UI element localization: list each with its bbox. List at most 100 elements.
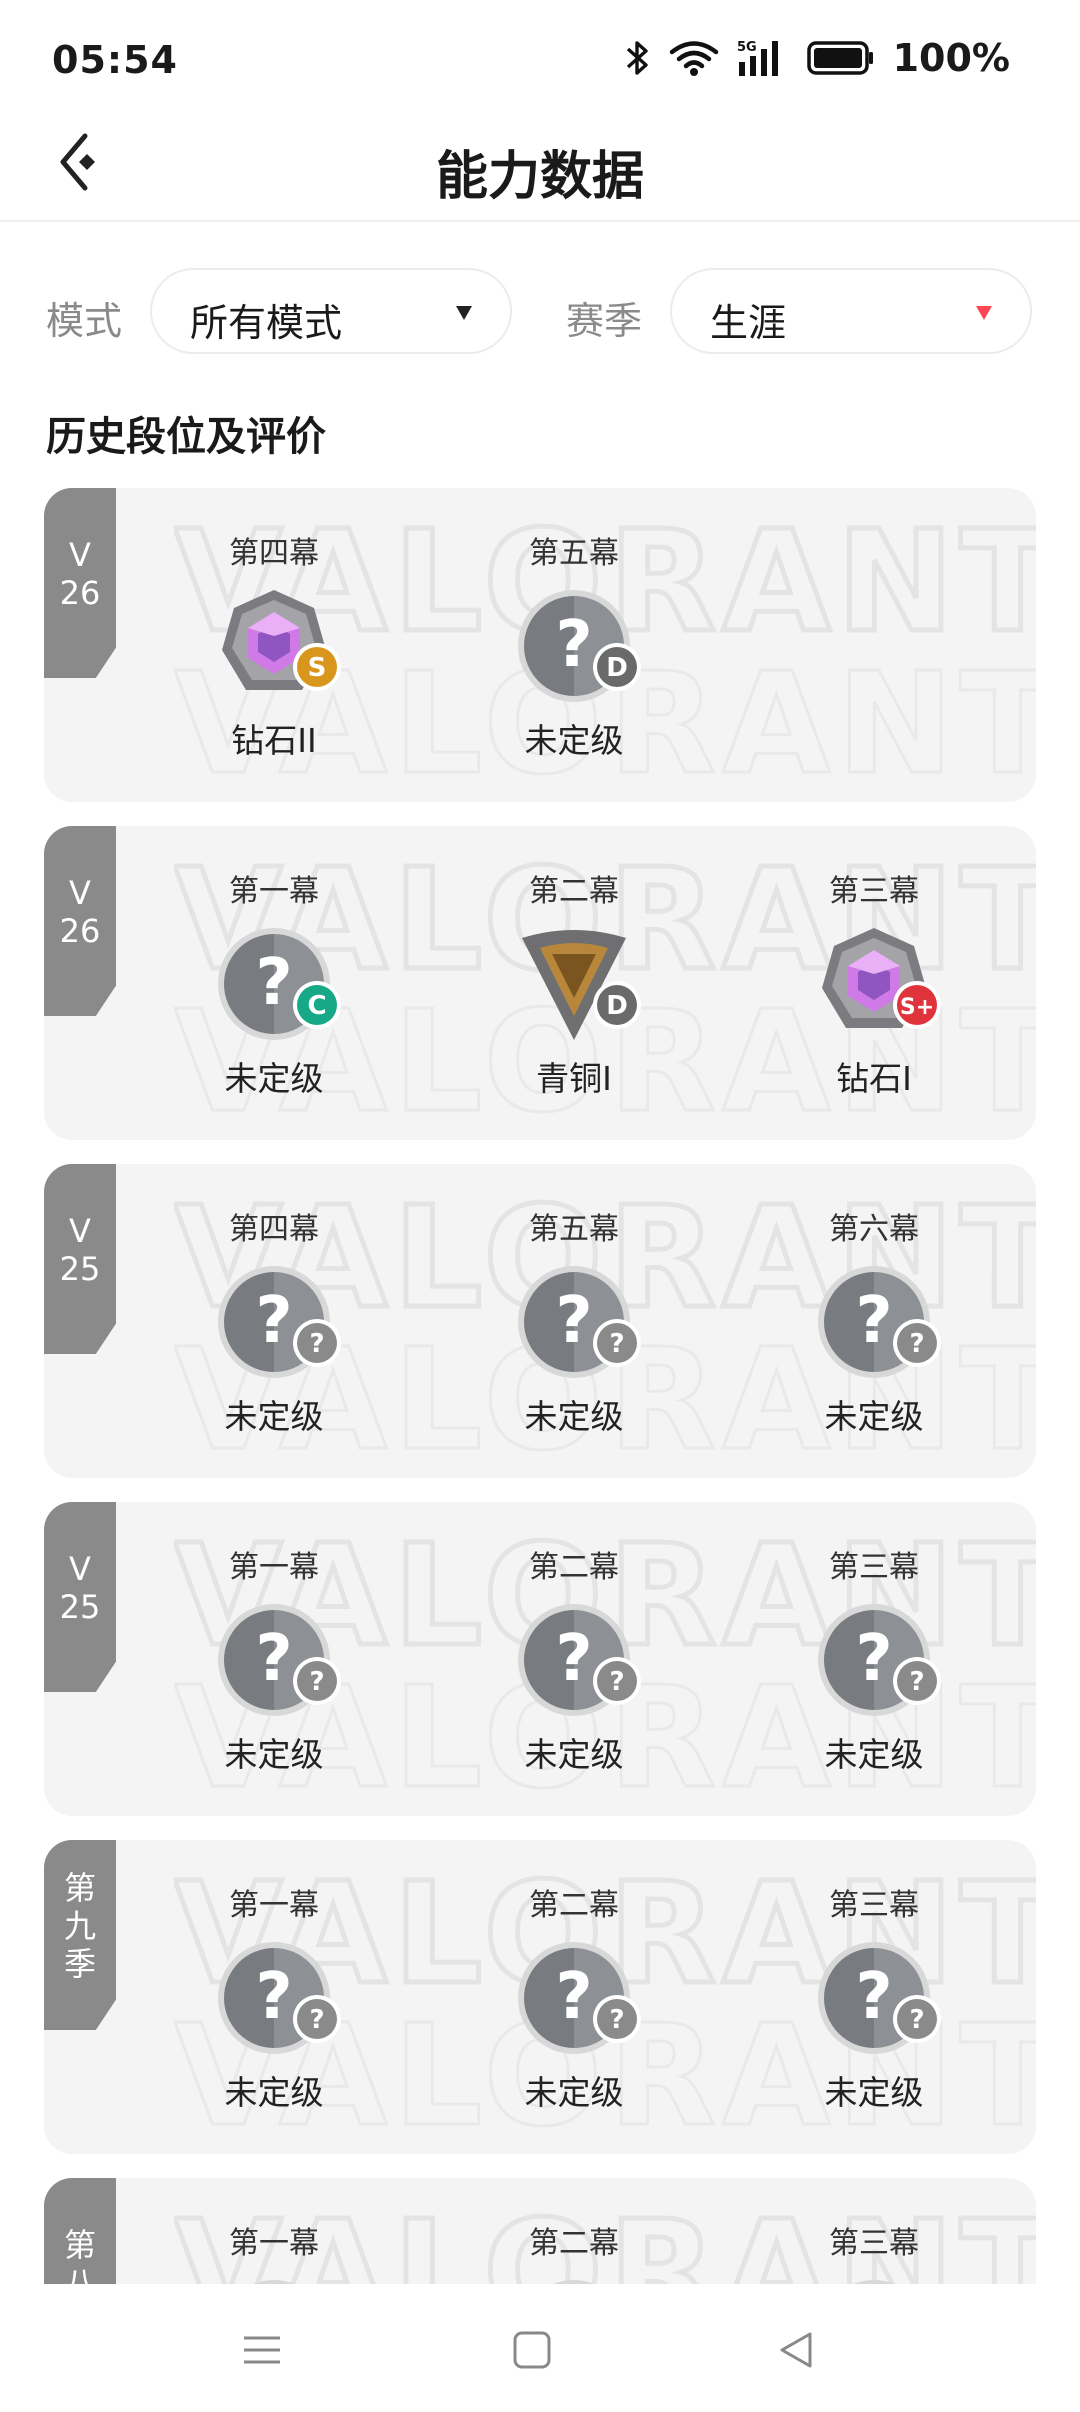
status-bar: 05:54 5G 100% [0,0,1080,120]
season-tag-text: 第 [63,1869,96,1907]
chevron-down-icon [456,306,472,320]
rank-name: 未定级 [524,721,624,760]
back-triangle-icon [780,2332,812,2368]
season-tag-text: 季 [63,1945,96,1983]
rank-name: 未定级 [524,1397,624,1436]
rank-name: 青铜I [536,1059,612,1098]
unrated-rank-icon: ? ? [214,1600,341,1720]
act-item[interactable]: 第二幕 ? ? [464,2218,684,2284]
act-item[interactable]: 第六幕 ? ? 未定级 [764,1204,984,1454]
act-name: 第一幕 [229,1550,319,1585]
act-name: 第二幕 [529,1888,619,1923]
rank-name: 未定级 [224,1735,324,1774]
act-item[interactable]: 第四幕 ? ? 未定级 [164,1204,384,1454]
season-card: VALORANT VALORANT V 25 第一幕 ? ? 未定级 第二幕 ? ? 未定… [44,1502,1036,1816]
act-item[interactable]: 第二幕 ? ? 未定级 [464,1880,684,2130]
rank-name: 未定级 [524,1735,624,1774]
grade-badge-icon: ? [593,1995,641,2043]
rank-name: 未定级 [224,1397,324,1436]
menu-button[interactable] [232,2320,292,2380]
act-item[interactable]: 第一幕 ? ? [164,2218,384,2284]
grade-label: ? [909,1667,924,1697]
season-tag-text: V [69,874,91,912]
grade-badge-icon: ? [893,1995,941,2043]
act-item[interactable]: 第一幕 ? ? 未定级 [164,1542,384,1792]
season-tag: V 26 [44,826,116,1016]
season-card: VALORANT VALORANT V 25 第四幕 ? ? 未定级 第五幕 ? ? 未定… [44,1164,1036,1478]
rank-history-list[interactable]: VALORANT VALORANT V 26 第四幕 S 钻石II 第五幕 ? D 未定级… [44,488,1036,2284]
battery-icon [806,41,873,75]
unrated-rank-icon: ? ? [214,1938,341,2058]
act-item[interactable]: 第一幕 ? C 未定级 [164,866,384,1116]
season-tag-text: 第 [63,2226,96,2264]
grade-badge-icon: ? [593,1657,641,1705]
mode-select[interactable]: 所有模式 [150,268,512,354]
rank-name: 钻石II [231,721,317,760]
unrated-rank-icon: ? ? [514,1938,641,2058]
act-name: 第四幕 [229,1212,319,1247]
season-card: VALORANT VALORANT 第八第一幕 ? ?第二幕 ? ?第三幕 ? … [44,2178,1036,2284]
battery-percent: 100% [892,36,1010,80]
status-time: 05:54 [52,38,178,82]
act-item[interactable]: 第二幕 ? ? 未定级 [464,1542,684,1792]
unrated-rank-icon: ? ? [814,2276,934,2284]
home-button[interactable] [502,2320,562,2380]
svg-text:?: ? [855,1960,892,2034]
season-select[interactable]: 生涯 [670,268,1032,354]
svg-text:?: ? [555,1284,592,1358]
grade-label: ? [609,1329,624,1359]
unrated-rank-icon: ? ? [514,2276,634,2284]
season-tag-text: 25 [59,1588,101,1626]
svg-text:?: ? [555,1960,592,2034]
grade-label: ? [309,1667,324,1697]
mode-label: 模式 [46,299,123,343]
unrated-rank-icon: ? ? [214,1262,341,1382]
unrated-rank-icon: ? ? [214,2276,334,2284]
rank-name: 未定级 [224,1059,324,1098]
act-item[interactable]: 第二幕 D 青铜I [464,866,684,1116]
grade-label: ? [309,2005,324,2035]
unrated-rank-icon: ? ? [814,1938,941,2058]
act-item[interactable]: 第四幕 S 钻石II [164,528,384,778]
grade-label: ? [609,2005,624,2035]
season-tag-text: 八 [63,2264,96,2284]
grade-label: D [606,653,628,683]
diamond-rank-icon: S+ [814,924,941,1044]
section-title: 历史段位及评价 [46,414,326,460]
unrated-rank-icon: ? C [214,924,341,1044]
grade-badge-icon: D [593,643,641,691]
svg-text:?: ? [855,1622,892,1696]
act-name: 第三幕 [829,2226,919,2261]
act-item[interactable]: 第一幕 ? ? 未定级 [164,1880,384,2130]
act-name: 第六幕 [829,1212,919,1247]
grade-label: ? [309,1329,324,1359]
act-item[interactable]: 第三幕 S+ 钻石I [764,866,984,1116]
mode-select-value: 所有模式 [190,301,343,345]
act-name: 第一幕 [229,2226,319,2261]
season-card: VALORANT VALORANT V 26 第四幕 S 钻石II 第五幕 ? D 未定级 [44,488,1036,802]
unrated-rank-icon: ? D [514,586,641,706]
grade-badge-icon: S [293,643,341,691]
wifi-icon [669,41,718,76]
act-item[interactable]: 第五幕 ? ? 未定级 [464,1204,684,1454]
season-tag: V 25 [44,1502,116,1692]
rank-name: 钻石I [836,1059,912,1098]
act-name: 第二幕 [529,1550,619,1585]
season-tag-text: V [69,1212,91,1250]
act-name: 第一幕 [229,1888,319,1923]
rank-name: 未定级 [524,2073,624,2112]
act-item[interactable]: 第三幕 ? ? 未定级 [764,1542,984,1792]
act-item[interactable]: 第五幕 ? D 未定级 [464,528,684,778]
act-name: 第一幕 [229,874,319,909]
diamond-rank-icon: S [214,586,341,706]
season-tag: 第九季 [44,1840,116,2030]
grade-badge-icon: ? [293,1319,341,1367]
system-nav-bar [0,2284,1080,2412]
act-item[interactable]: 第三幕 ? ? [764,2218,984,2284]
back-nav-button[interactable] [766,2320,826,2380]
grade-badge-icon: D [593,981,641,1029]
season-tag: V 25 [44,1164,116,1354]
act-name: 第五幕 [529,1212,619,1247]
unrated-rank-icon: ? ? [514,1262,641,1382]
act-item[interactable]: 第三幕 ? ? 未定级 [764,1880,984,2130]
